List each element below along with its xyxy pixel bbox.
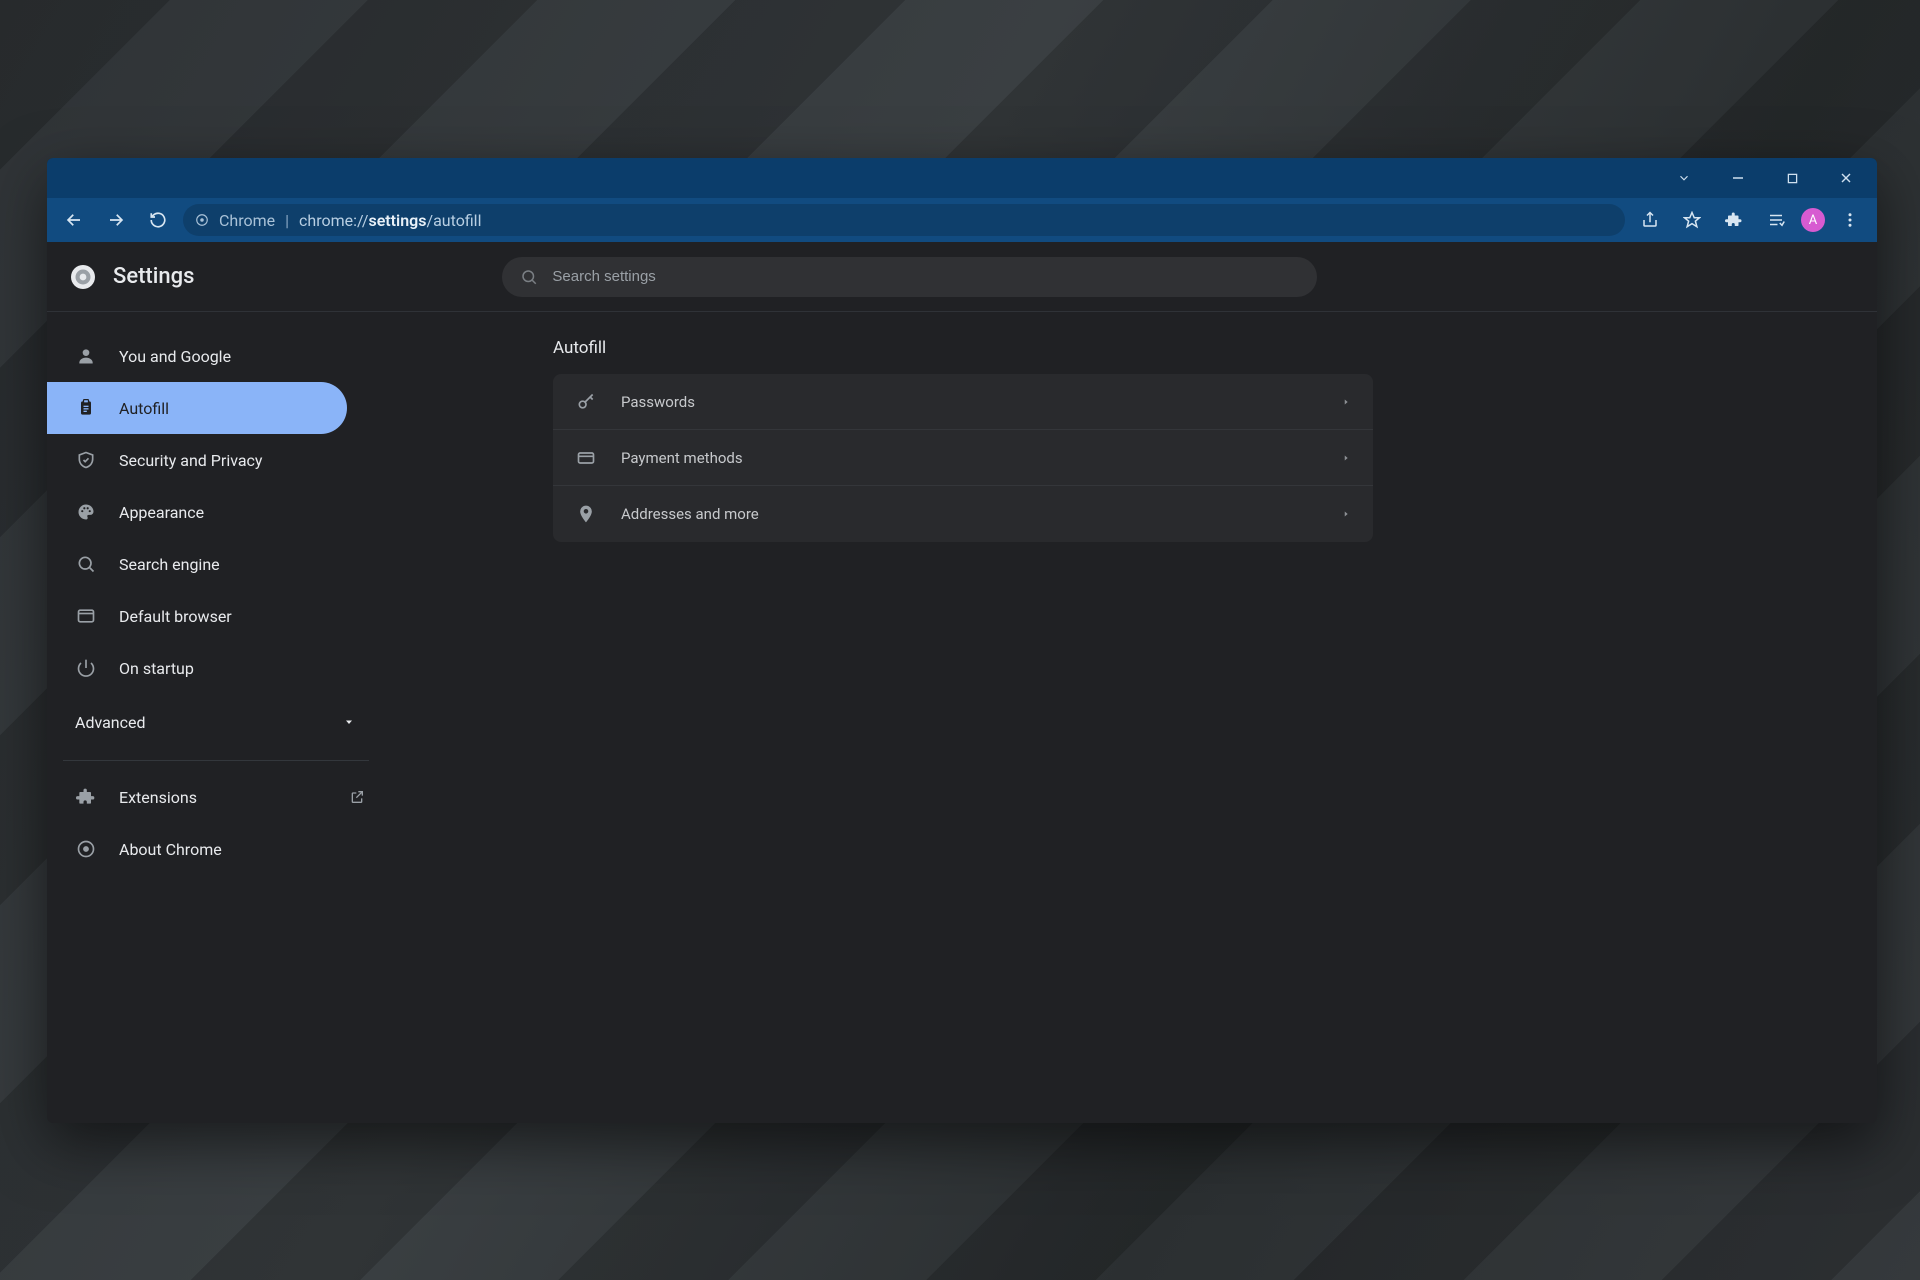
sidebar-item-label: Search engine — [119, 555, 220, 574]
autofill-card: Passwords Payment methods Addresses and … — [553, 374, 1373, 542]
chrome-window: Chrome | chrome://settings/autofill — [47, 158, 1877, 1123]
external-link-icon — [349, 789, 365, 805]
puzzle-icon — [75, 786, 97, 808]
browser-icon — [75, 605, 97, 627]
person-icon — [75, 345, 97, 367]
share-icon[interactable] — [1633, 203, 1667, 237]
row-label: Payment methods — [621, 449, 743, 467]
sidebar-item-label: Security and Privacy — [119, 451, 262, 470]
settings-search-input[interactable] — [552, 268, 1299, 285]
window-close-button[interactable] — [1823, 162, 1869, 194]
sidebar-item-label: On startup — [119, 659, 194, 678]
row-label: Passwords — [621, 393, 695, 411]
sidebar-item-default-browser[interactable]: Default browser — [47, 590, 385, 642]
settings-search[interactable] — [502, 257, 1317, 297]
key-icon — [575, 392, 597, 412]
chrome-icon — [75, 838, 97, 860]
clipboard-icon — [75, 397, 97, 419]
sidebar-item-label: You and Google — [119, 347, 231, 366]
sidebar-advanced-toggle[interactable]: Advanced — [47, 694, 385, 750]
sidebar-item-label: Extensions — [119, 788, 197, 807]
sidebar-item-label: Default browser — [119, 607, 232, 626]
row-label: Addresses and more — [621, 505, 759, 523]
nav-back-button[interactable] — [57, 203, 91, 237]
chrome-logo-icon — [71, 265, 95, 289]
chevron-right-icon — [1341, 509, 1351, 519]
extensions-icon[interactable] — [1717, 203, 1751, 237]
pin-icon — [575, 504, 597, 524]
sidebar-item-on-startup[interactable]: On startup — [47, 642, 385, 694]
settings-main: Autofill Passwords Payment methods — [385, 312, 1877, 1123]
chevron-down-icon — [343, 716, 355, 728]
nav-reload-button[interactable] — [141, 203, 175, 237]
address-bar[interactable]: Chrome | chrome://settings/autofill — [183, 204, 1625, 236]
sidebar-item-you-and-google[interactable]: You and Google — [47, 330, 385, 382]
power-icon — [75, 657, 97, 679]
sidebar-item-security-and-privacy[interactable]: Security and Privacy — [47, 434, 385, 486]
section-title: Autofill — [553, 338, 1837, 358]
sidebar-item-label: About Chrome — [119, 840, 222, 859]
sidebar-item-appearance[interactable]: Appearance — [47, 486, 385, 538]
site-label: Chrome — [219, 211, 275, 230]
row-passwords[interactable]: Passwords — [553, 374, 1373, 430]
sidebar-item-about-chrome[interactable]: About Chrome — [47, 823, 385, 875]
row-payment-methods[interactable]: Payment methods — [553, 430, 1373, 486]
card-icon — [575, 448, 597, 468]
url-text: chrome://settings/autofill — [299, 211, 481, 230]
sidebar-advanced-label: Advanced — [75, 713, 146, 732]
chevron-right-icon — [1341, 453, 1351, 463]
palette-icon — [75, 501, 97, 523]
window-minimize-button[interactable] — [1715, 162, 1761, 194]
site-info-icon[interactable] — [195, 213, 209, 227]
search-icon — [75, 553, 97, 575]
sidebar-item-search-engine[interactable]: Search engine — [47, 538, 385, 590]
browser-menu-button[interactable] — [1833, 203, 1867, 237]
row-addresses-and-more[interactable]: Addresses and more — [553, 486, 1373, 542]
sidebar-item-label: Appearance — [119, 503, 204, 522]
settings-header: Settings — [47, 242, 1877, 312]
sidebar-item-extensions[interactable]: Extensions — [47, 771, 385, 823]
window-titlebar — [47, 158, 1877, 198]
browser-toolbar: Chrome | chrome://settings/autofill — [47, 198, 1877, 242]
window-maximize-button[interactable] — [1769, 162, 1815, 194]
shield-icon — [75, 449, 97, 471]
chevron-right-icon — [1341, 397, 1351, 407]
sidebar-item-autofill[interactable]: Autofill — [47, 382, 347, 434]
nav-forward-button[interactable] — [99, 203, 133, 237]
settings-sidebar: You and Google Autofill Security and Pri… — [47, 312, 385, 1123]
tab-chevron-icon[interactable] — [1661, 162, 1707, 194]
reading-list-icon[interactable] — [1759, 203, 1793, 237]
bookmark-icon[interactable] — [1675, 203, 1709, 237]
page-title: Settings — [113, 264, 194, 289]
sidebar-item-label: Autofill — [119, 399, 169, 418]
profile-avatar[interactable]: A — [1801, 208, 1825, 232]
sidebar-separator — [63, 760, 369, 761]
